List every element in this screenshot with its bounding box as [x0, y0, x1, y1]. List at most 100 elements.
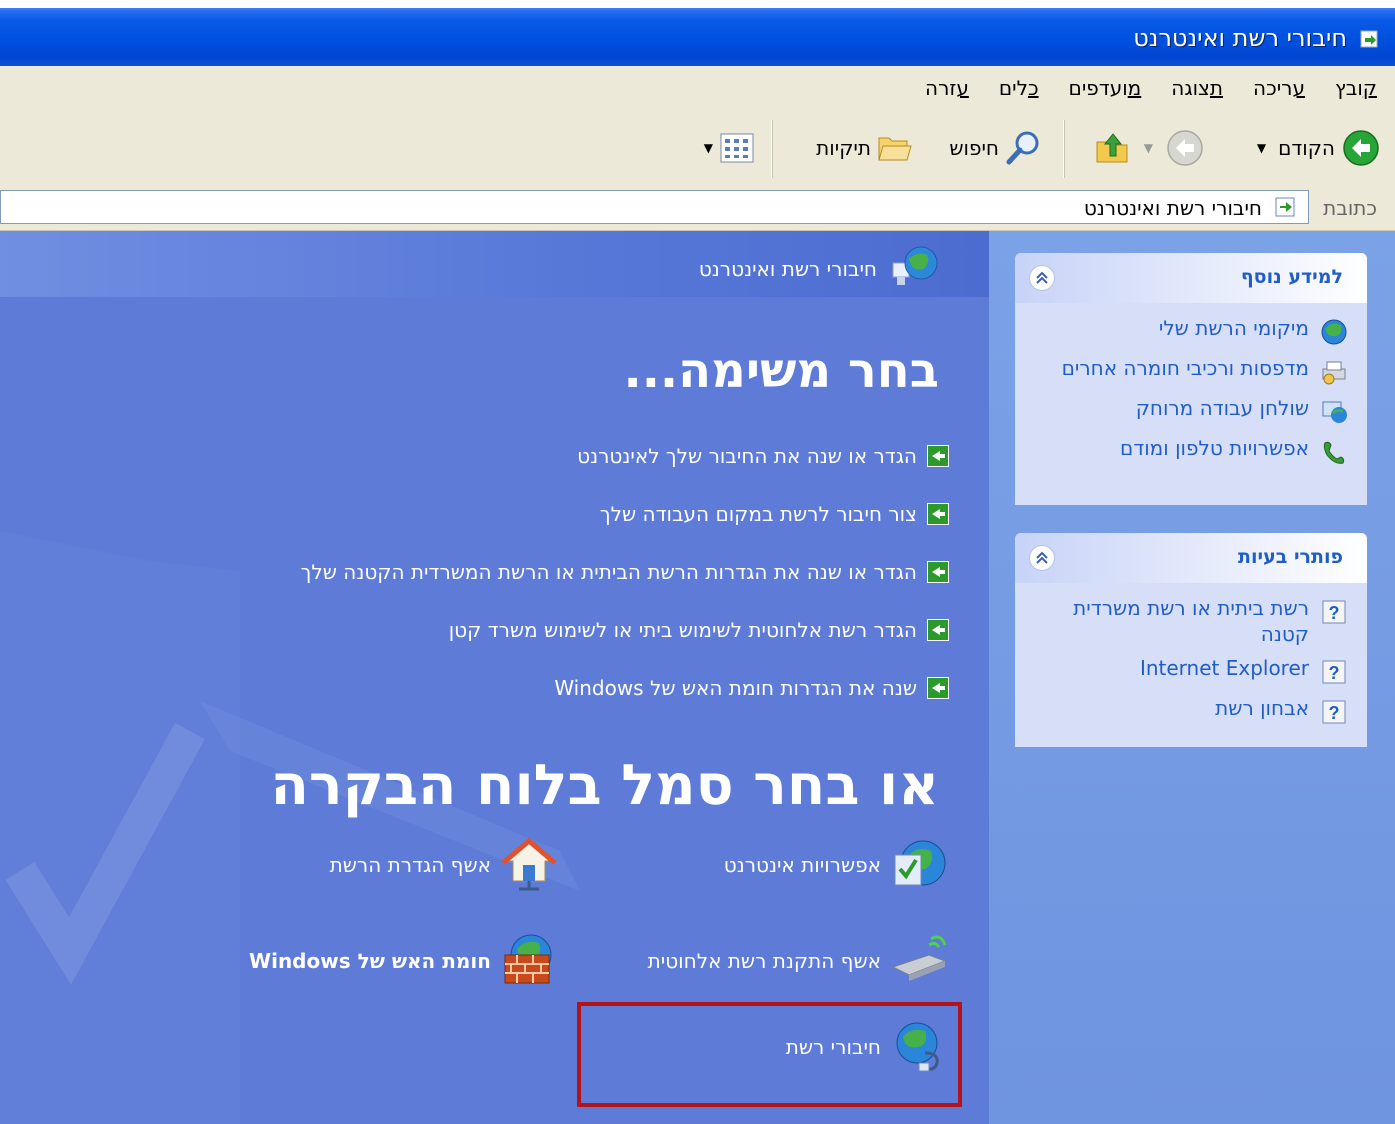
forward-button[interactable]: ▼ — [1144, 122, 1205, 174]
pane-link-1[interactable]: ? Internet Explorer — [1027, 655, 1349, 687]
pane-link-label: מדפסות ורכיבי חומרה אחרים — [1061, 356, 1309, 380]
menu-item-4[interactable]: כלים — [999, 76, 1039, 100]
menu-item-accel: ע — [956, 76, 969, 100]
internet-options-icon — [894, 840, 946, 886]
pane-link-2[interactable]: שולחן עבודה מרוחק — [1027, 395, 1349, 427]
pane-link-label: שולחן עבודה מרוחק — [1135, 396, 1309, 420]
address-bar: כתובת חיבורי רשת ואינטרנט — [0, 186, 1395, 231]
menu-item-accel: ק — [1362, 76, 1377, 100]
svg-text:?: ? — [1329, 703, 1340, 723]
toolbar: הקודם ▼ ▼ חיפוש תיקיות ▼ — [0, 110, 1395, 187]
task-link-1[interactable]: צור חיבור לרשת במקום העבודה שלך — [19, 485, 949, 543]
folders-button[interactable]: תיקיות — [816, 122, 915, 174]
menu-item-0[interactable]: קובץ — [1335, 76, 1377, 100]
pane-link-label: אפשרויות טלפון ומודם — [1120, 436, 1309, 460]
troubleshooters-title: פותרי בעיות — [1238, 546, 1343, 568]
collapse-icon[interactable] — [1029, 265, 1055, 291]
menu-item-label-rest: זרה — [925, 76, 957, 100]
wireless-setup-icon — [891, 935, 947, 981]
forward-arrow-icon — [1167, 130, 1203, 166]
task-sidebar: למידע נוסף מיקומי הרשת שלי מדפסות ורכיבי … — [989, 231, 1395, 1124]
task-link-0[interactable]: הגדר או שנה את החיבור שלך לאינטרנט — [19, 427, 949, 485]
network-setup-wizard-label: אשף הגדרת הרשת — [329, 853, 491, 877]
task-link-4[interactable]: שנה את הגדרות חומת האש של Windows — [19, 659, 949, 717]
views-dropdown-icon[interactable]: ▼ — [704, 141, 713, 155]
firewall-icon — [504, 934, 552, 984]
back-arrow-icon — [1343, 130, 1379, 166]
title-bar[interactable]: חיבורי רשת ואינטרנט — [0, 8, 1395, 66]
forward-dropdown-icon[interactable]: ▼ — [1144, 141, 1153, 155]
task-label: הגדר או שנה את החיבור שלך לאינטרנט — [577, 444, 917, 468]
help-icon: ? — [1319, 697, 1349, 727]
menu-item-accel: כ — [1027, 76, 1039, 100]
network-setup-wizard-icon — [501, 837, 557, 891]
category-title: חיבורי רשת ואינטרנט — [698, 257, 877, 281]
pane-link-label: Internet Explorer — [1139, 656, 1309, 680]
address-field[interactable]: חיבורי רשת ואינטרנט — [0, 190, 1309, 224]
task-arrow-icon — [927, 503, 949, 525]
task-list: הגדר או שנה את החיבור שלך לאינטרנט צור חי… — [19, 427, 949, 717]
pane-link-0[interactable]: ? רשת ביתית או רשת משרדית קטנה — [1027, 595, 1349, 647]
network-setup-wizard-item[interactable]: אשף הגדרת הרשת — [330, 835, 559, 895]
control-panel-window: חיבורי רשת ואינטרנט קובץ עריכה תצוגה מועדפי… — [0, 0, 1395, 1124]
task-link-2[interactable]: הגדר או שנה את הגדרות הרשת הביתית או הרש… — [19, 543, 949, 601]
phone-modem-icon — [1319, 437, 1349, 467]
category-header: חיבורי רשת ואינטרנט — [0, 231, 989, 297]
back-dropdown-icon[interactable]: ▼ — [1257, 141, 1266, 155]
window-icon — [1360, 30, 1378, 48]
see-also-header[interactable]: למידע נוסף — [1015, 253, 1367, 303]
menu-item-5[interactable]: עזרה — [925, 76, 969, 100]
svg-text:?: ? — [1329, 603, 1340, 623]
collapse-icon[interactable] — [1029, 545, 1055, 571]
menu-item-label-rest: לים — [998, 76, 1028, 100]
folder-up-icon — [1096, 133, 1128, 163]
wireless-setup-label: אשף התקנת רשת אלחוטית — [647, 949, 881, 973]
printers-icon — [1319, 357, 1349, 387]
see-also-pane: למידע נוסף מיקומי הרשת שלי מדפסות ורכיבי … — [1015, 253, 1367, 505]
troubleshooters-header[interactable]: פותרי בעיות — [1015, 533, 1367, 583]
menu-item-accel: מ — [1127, 76, 1142, 100]
help-icon: ? — [1319, 657, 1349, 687]
task-link-3[interactable]: הגדר רשת אלחוטית לשימוש ביתי או לשימוש מ… — [19, 601, 949, 659]
up-button[interactable] — [1093, 122, 1133, 174]
pane-link-1[interactable]: מדפסות ורכיבי חומרה אחרים — [1027, 355, 1349, 387]
search-label: חיפוש — [949, 136, 999, 160]
pane-link-2[interactable]: ? אבחון רשת — [1027, 695, 1349, 727]
network-internet-icon — [892, 246, 938, 285]
address-value: חיבורי רשת ואינטרנט — [1083, 196, 1262, 220]
pane-link-0[interactable]: מיקומי הרשת שלי — [1027, 315, 1349, 347]
folders-icon — [878, 137, 912, 161]
search-button[interactable]: חיפוש — [949, 122, 1043, 174]
back-button[interactable]: הקודם ▼ — [1257, 122, 1381, 174]
pane-link-3[interactable]: אפשרויות טלפון ומודם — [1027, 435, 1349, 467]
window-title: חיבורי רשת ואינטרנט — [1133, 24, 1347, 52]
internet-options-item[interactable]: אפשרויות אינטרנט — [724, 835, 949, 895]
wireless-setup-item[interactable]: אשף התקנת רשת אלחוטית — [648, 931, 949, 991]
menu-item-label-rest: צוגה — [1171, 76, 1210, 100]
firewall-label: חומת האש של Windows — [249, 949, 491, 973]
see-also-title: למידע נוסף — [1240, 266, 1343, 288]
menu-item-label-rest: ועדפים — [1068, 76, 1128, 100]
task-label: צור חיבור לרשת במקום העבודה שלך — [599, 502, 917, 526]
network-folder-icon — [1275, 197, 1295, 217]
internet-options-label: אפשרויות אינטרנט — [723, 853, 881, 877]
menu-item-2[interactable]: תצוגה — [1171, 76, 1223, 100]
task-label: הגדר או שנה את הגדרות הרשת הביתית או הרש… — [300, 560, 917, 584]
help-icon: ? — [1319, 597, 1349, 627]
menu-item-accel: ע — [1292, 76, 1305, 100]
menu-item-3[interactable]: מועדפים — [1069, 76, 1142, 100]
pane-link-label: רשת ביתית או רשת משרדית קטנה — [1073, 596, 1309, 646]
firewall-item[interactable]: חומת האש של Windows — [249, 931, 559, 991]
menu-item-1[interactable]: עריכה — [1253, 76, 1305, 100]
views-button[interactable]: ▼ — [704, 122, 757, 174]
menu-bar: קובץ עריכה תצוגה מועדפים כלים עזרה — [0, 66, 1395, 111]
menu-item-label-rest: ובץ — [1334, 76, 1363, 100]
pick-task-title: בחר משימה... — [623, 343, 939, 399]
task-arrow-icon — [927, 561, 949, 583]
back-label: הקודם — [1278, 136, 1335, 160]
task-arrow-icon — [927, 619, 949, 641]
remote-desktop-icon — [1319, 397, 1349, 427]
menu-item-label-rest: ריכה — [1253, 76, 1293, 100]
menu-item-accel: ת — [1209, 76, 1224, 100]
pick-icon-title: או בחר סמל בלוח הבקרה — [270, 753, 939, 818]
